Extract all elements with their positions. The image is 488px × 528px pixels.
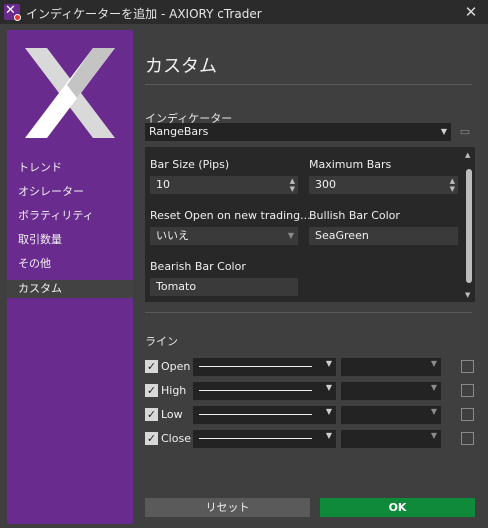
params-scrollbar[interactable]: ▲ ▼ [465,151,473,299]
line-row-close: ✓ Close ▼ ▼ [145,430,475,448]
reset-open-label: Reset Open on new trading... [150,209,311,222]
chevron-down-icon: ▼ [440,127,447,136]
high-label: High [161,384,187,397]
max-bars-input[interactable]: 300 ▲ ▼ [309,176,458,194]
bearish-color-value: Tomato [156,280,197,293]
bar-size-label: Bar Size (Pips) [150,158,230,171]
max-bars-label: Maximum Bars [309,158,392,171]
sidebar-item-custom[interactable]: カスタム [7,280,133,298]
close-color-swatch[interactable] [461,432,474,445]
axiory-x-logo [25,48,115,138]
open-label: Open [161,360,191,373]
bar-size-value: 10 [156,178,170,191]
close-icon[interactable]: ✕ [462,3,480,21]
chevron-down-icon: ▼ [287,231,294,240]
sidebar-item-oscillator[interactable]: オシレーター [7,183,133,201]
open-color-swatch[interactable] [461,360,474,373]
title-bar: ✕ インディケーターを追加 - AXIORY cTrader ✕ [0,0,488,24]
low-checkbox[interactable]: ✓ [145,408,158,421]
high-color-swatch[interactable] [461,384,474,397]
line-row-low: ✓ Low ▼ ▼ [145,406,475,424]
sidebar-item-other[interactable]: その他 [7,255,133,273]
category-sidebar: トレンド オシレーター ボラティリティ 取引数量 その他 カスタム [7,30,133,524]
spinner-icon[interactable]: ▲ ▼ [290,177,295,193]
open-line-width-select[interactable]: ▼ [341,358,441,376]
close-checkbox[interactable]: ✓ [145,432,158,445]
reset-button[interactable]: リセット [145,498,310,517]
spinner-icon[interactable]: ▲ ▼ [450,177,455,193]
low-line-style-select[interactable]: ▼ [193,406,336,424]
sidebar-item-volume[interactable]: 取引数量 [7,231,133,249]
app-icon: ✕ [4,3,21,21]
open-checkbox[interactable]: ✓ [145,360,158,373]
sidebar-item-volatility[interactable]: ボラティリティ [7,207,133,225]
bullish-color-label: Bullish Bar Color [309,209,400,222]
high-line-width-select[interactable]: ▼ [341,382,441,400]
reset-open-select[interactable]: いいえ ▼ [150,227,298,245]
close-label: Close [161,432,191,445]
close-line-width-select[interactable]: ▼ [341,430,441,448]
bullish-color-value: SeaGreen [315,229,369,242]
window-title: インディケーターを追加 - AXIORY cTrader [26,7,262,21]
low-color-swatch[interactable] [461,408,474,421]
max-bars-value: 300 [315,178,336,191]
lines-divider [145,312,472,313]
close-line-style-select[interactable]: ▼ [193,430,336,448]
scroll-down-icon[interactable]: ▼ [465,291,470,299]
high-checkbox[interactable]: ✓ [145,384,158,397]
page-title: カスタム [145,56,217,77]
lines-label: ライン [145,335,178,348]
main-panel: カスタム インディケーター RangeBars ▼ ▭ Bar Size (Pi… [133,30,481,524]
reset-open-value: いいえ [156,229,189,242]
parameters-panel: Bar Size (Pips) 10 ▲ ▼ Maximum Bars 300 ▲… [145,147,475,302]
low-line-width-select[interactable]: ▼ [341,406,441,424]
ok-button[interactable]: OK [320,498,475,517]
bullish-color-input[interactable]: SeaGreen [309,227,458,245]
line-row-open: ✓ Open ▼ ▼ [145,358,475,376]
bar-size-input[interactable]: 10 ▲ ▼ [150,176,298,194]
low-label: Low [161,408,183,421]
sidebar-item-trend[interactable]: トレンド [7,159,133,177]
high-line-style-select[interactable]: ▼ [193,382,336,400]
scroll-up-icon[interactable]: ▲ [465,151,470,159]
title-divider [145,84,472,85]
open-line-style-select[interactable]: ▼ [193,358,336,376]
bearish-color-label: Bearish Bar Color [150,260,246,273]
bearish-color-input[interactable]: Tomato [150,278,298,296]
indicator-value: RangeBars [149,125,209,138]
scroll-thumb[interactable] [466,169,472,283]
line-row-high: ✓ High ▼ ▼ [145,382,475,400]
camera-icon[interactable]: ▭ [456,123,474,141]
indicator-select[interactable]: RangeBars ▼ [145,123,451,141]
